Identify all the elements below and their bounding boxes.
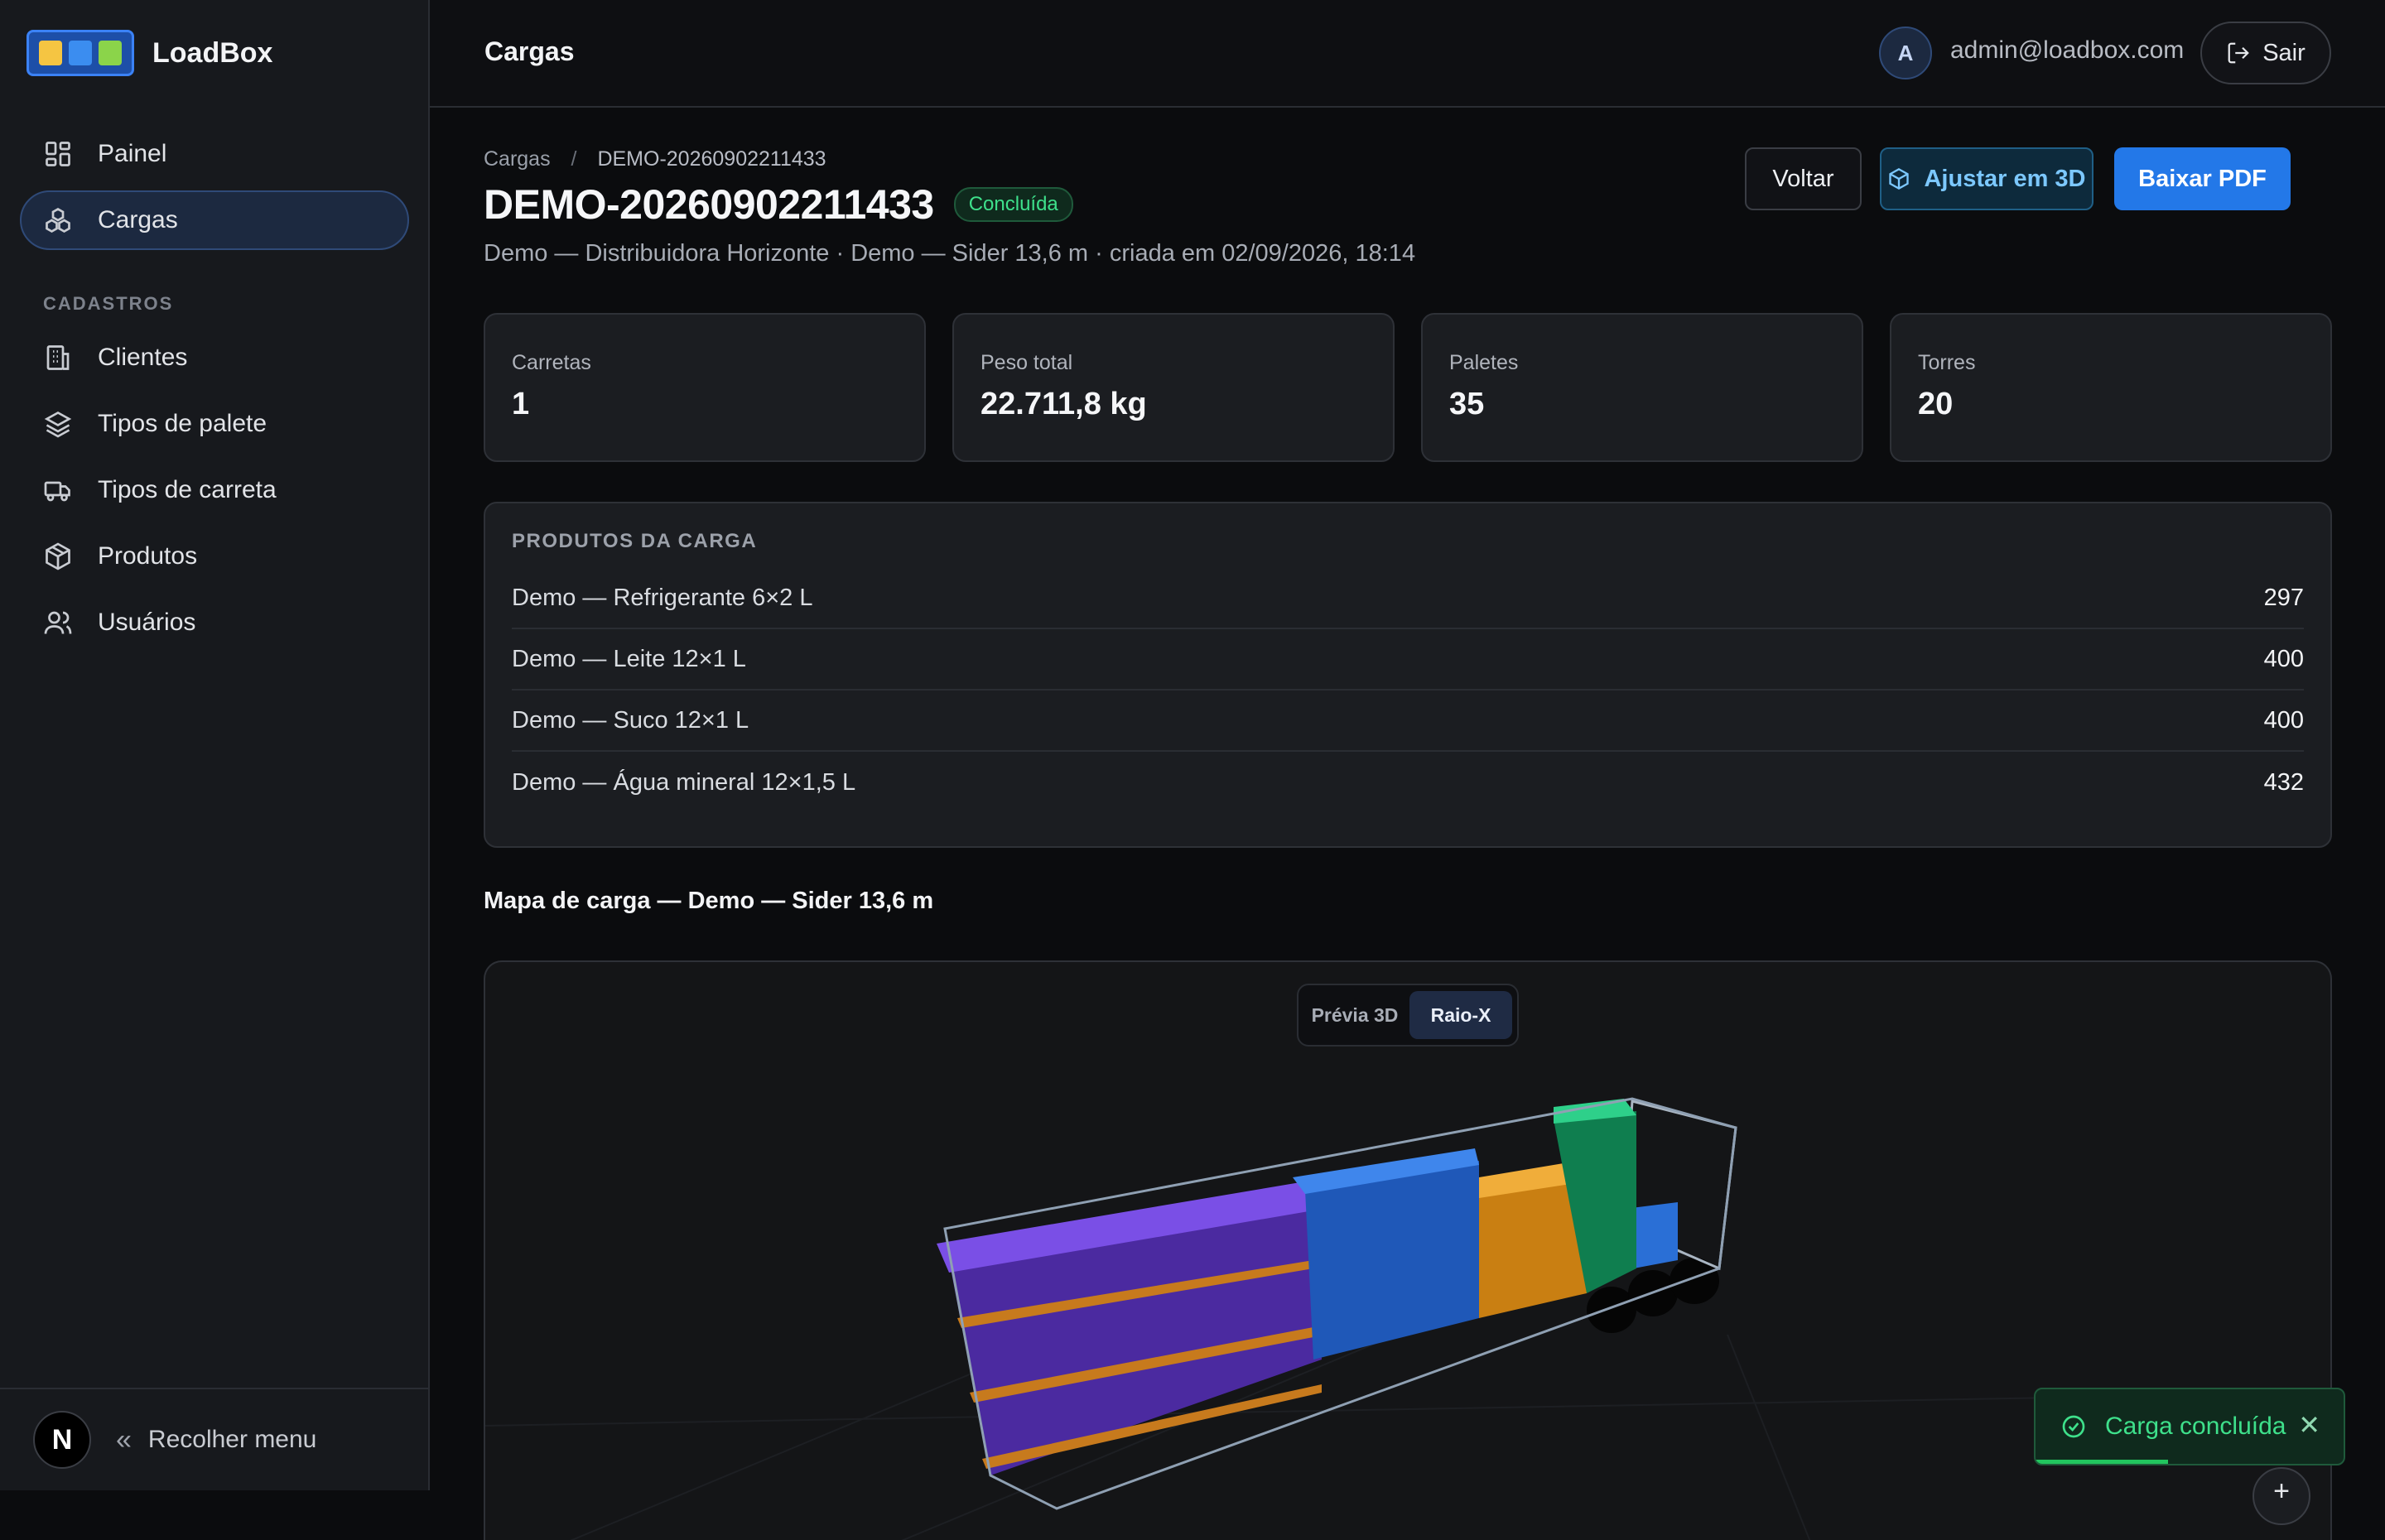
sidebar-item-produtos[interactable]: Produtos bbox=[20, 527, 409, 586]
sidebar-footer: N « Recolher menu bbox=[0, 1388, 428, 1490]
logo-icon bbox=[26, 30, 134, 76]
top-header: Cargas A admin@loadbox.com Sair bbox=[430, 0, 2385, 108]
building-icon bbox=[46, 345, 70, 370]
avatar[interactable]: A bbox=[1879, 26, 1932, 79]
sidebar-item-painel[interactable]: Painel bbox=[20, 124, 409, 184]
sidebar-item-tipos-carreta[interactable]: Tipos de carreta bbox=[20, 460, 409, 520]
product-name: Demo — Leite 12×1 L bbox=[512, 645, 746, 672]
stat-card-carretas: Carretas 1 bbox=[484, 313, 926, 462]
view-mode-toggle[interactable]: Prévia 3D Raio-X bbox=[1297, 984, 1519, 1047]
product-name: Demo — Refrigerante 6×2 L bbox=[512, 584, 813, 611]
stat-card-peso-total: Peso total 22.711,8 kg bbox=[952, 313, 1395, 462]
load-map-title: Mapa de carga — Demo — Sider 13,6 m bbox=[484, 888, 934, 914]
sidebar-item-label: Painel bbox=[98, 140, 167, 167]
sidebar-item-label: Usuários bbox=[98, 609, 196, 636]
package-icon bbox=[46, 542, 70, 570]
product-qty: 400 bbox=[2263, 706, 2304, 734]
stat-card-torres: Torres 20 bbox=[1890, 313, 2332, 462]
user-email: admin@loadbox.com bbox=[1950, 36, 2185, 64]
zoom-in-button[interactable]: + bbox=[2252, 1467, 2310, 1525]
product-name: Demo — Suco 12×1 L bbox=[512, 706, 749, 734]
view-preview-3d-option[interactable]: Prévia 3D bbox=[1303, 991, 1406, 1039]
logout-button[interactable]: Sair bbox=[2200, 22, 2331, 84]
app-logo[interactable]: LoadBox bbox=[26, 28, 272, 78]
stat-value: 20 bbox=[1918, 387, 1954, 421]
stat-card-paletes: Paletes 35 bbox=[1421, 313, 1863, 462]
stat-label: Paletes bbox=[1449, 351, 1519, 374]
product-qty: 297 bbox=[2263, 584, 2304, 611]
sidebar-item-clientes[interactable]: Clientes bbox=[20, 328, 409, 387]
pallets-purple bbox=[937, 1181, 1322, 1475]
framework-badge[interactable]: N bbox=[33, 1411, 91, 1469]
sidebar-item-usuarios[interactable]: Usuários bbox=[20, 593, 409, 652]
products-card: PRODUTOS DA CARGA Demo — Refrigerante 6×… bbox=[484, 502, 2332, 848]
adjust-3d-button[interactable]: Ajustar em 3D bbox=[1880, 147, 2094, 210]
products-title: PRODUTOS DA CARGA bbox=[512, 530, 758, 552]
sidebar-item-label: Clientes bbox=[98, 344, 188, 371]
list-item: Demo — Água mineral 12×1,5 L 432 bbox=[512, 752, 2304, 813]
users-icon bbox=[44, 611, 72, 634]
truck-icon bbox=[44, 481, 70, 502]
toast-notification: Carga concluída ✕ bbox=[2034, 1388, 2345, 1465]
breadcrumb: Cargas / DEMO-20260902211433 bbox=[484, 147, 826, 171]
breadcrumb-separator: / bbox=[571, 147, 577, 171]
logout-label: Sair bbox=[2262, 39, 2306, 66]
stat-value: 35 bbox=[1449, 387, 1485, 421]
stats-row: Carretas 1 Peso total 22.711,8 kg Palete… bbox=[484, 313, 2332, 462]
stat-label: Peso total bbox=[980, 351, 1073, 374]
download-pdf-button[interactable]: Baixar PDF bbox=[2114, 147, 2291, 210]
dashboard-icon bbox=[46, 142, 70, 166]
product-qty: 432 bbox=[2263, 768, 2304, 796]
back-button[interactable]: Voltar bbox=[1745, 147, 1862, 210]
stat-value: 22.711,8 kg bbox=[980, 387, 1147, 421]
title-row: DEMO-20260902211433 Concluída bbox=[484, 180, 1073, 229]
sidebar: LoadBox Painel Cargas CADASTROS Clientes bbox=[0, 0, 430, 1490]
sidebar-item-tipos-palete[interactable]: Tipos de palete bbox=[20, 394, 409, 454]
stat-label: Torres bbox=[1918, 351, 1976, 374]
app-name: LoadBox bbox=[152, 36, 273, 69]
check-circle-icon bbox=[2062, 1415, 2085, 1438]
view-xray-option[interactable]: Raio-X bbox=[1409, 991, 1512, 1039]
stat-label: Carretas bbox=[512, 351, 591, 374]
breadcrumb-root[interactable]: Cargas bbox=[484, 147, 551, 171]
breadcrumb-current: DEMO-20260902211433 bbox=[597, 147, 826, 171]
logout-icon bbox=[2228, 42, 2250, 64]
header-title: Cargas bbox=[484, 36, 575, 66]
close-icon[interactable]: ✕ bbox=[2298, 1409, 2320, 1441]
sidebar-item-label: Produtos bbox=[98, 542, 198, 570]
page-title: DEMO-20260902211433 bbox=[484, 181, 934, 228]
collapse-menu-button[interactable]: « Recolher menu bbox=[116, 1424, 316, 1456]
boxes-icon bbox=[46, 207, 70, 233]
stat-value: 1 bbox=[512, 387, 530, 421]
sidebar-item-cargas[interactable]: Cargas bbox=[20, 190, 409, 250]
main-nav: Painel Cargas bbox=[20, 124, 409, 257]
toast-message: Carga concluída bbox=[2105, 1412, 2286, 1440]
product-qty: 400 bbox=[2263, 645, 2304, 672]
list-item: Demo — Suco 12×1 L 400 bbox=[512, 691, 2304, 752]
cube-icon bbox=[1889, 167, 1910, 190]
sidebar-item-label: Cargas bbox=[98, 206, 178, 233]
sidebar-item-label: Tipos de carreta bbox=[98, 476, 277, 503]
toast-progress-bar bbox=[2036, 1460, 2168, 1464]
sidebar-item-label: Tipos de palete bbox=[98, 410, 267, 437]
product-name: Demo — Água mineral 12×1,5 L bbox=[512, 768, 856, 796]
status-badge: Concluída bbox=[953, 187, 1073, 222]
chevrons-left-icon: « bbox=[116, 1423, 132, 1456]
layers-icon bbox=[44, 411, 72, 438]
collapse-menu-label: Recolher menu bbox=[147, 1426, 317, 1453]
page-subtitle: Demo — Distribuidora Horizonte · Demo — … bbox=[484, 240, 1416, 267]
list-item: Demo — Leite 12×1 L 400 bbox=[512, 629, 2304, 691]
list-item: Demo — Refrigerante 6×2 L 297 bbox=[512, 568, 2304, 629]
registry-nav: Clientes Tipos de palete Tipos de carret… bbox=[20, 328, 409, 659]
section-label-cadastros: CADASTROS bbox=[43, 293, 174, 314]
adjust-3d-label: Ajustar em 3D bbox=[1924, 165, 2086, 192]
